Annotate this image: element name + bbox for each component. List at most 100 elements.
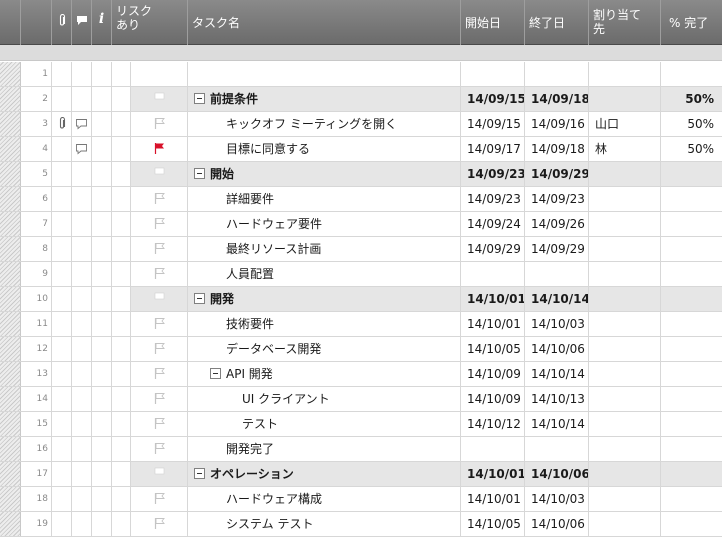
info-cell[interactable] <box>92 287 112 311</box>
assigned-to-cell[interactable] <box>589 187 661 211</box>
attachment-cell[interactable] <box>52 237 72 261</box>
table-row[interactable]: 4 目標に同意する 14/09/17 14/09/18 林 50% <box>0 137 722 162</box>
percent-complete-cell[interactable] <box>661 262 722 286</box>
risk-cell[interactable] <box>112 262 131 286</box>
start-date-cell[interactable]: 14/10/01 <box>461 487 525 511</box>
attachment-cell[interactable] <box>52 462 72 486</box>
percent-complete-cell[interactable] <box>661 287 722 311</box>
assigned-to-cell[interactable] <box>589 437 661 461</box>
task-name-cell[interactable]: システム テスト <box>188 512 461 536</box>
risk-cell[interactable] <box>112 512 131 536</box>
row-drag-handle[interactable] <box>0 187 21 211</box>
assigned-to-cell[interactable] <box>589 237 661 261</box>
table-row[interactable]: 2 前提条件 14/09/15 14/09/18 50% <box>0 87 722 112</box>
attachment-cell[interactable] <box>52 287 72 311</box>
info-column-header[interactable]: i <box>92 0 112 45</box>
flag-cell[interactable] <box>131 212 188 236</box>
task-name-cell[interactable]: ハードウェア要件 <box>188 212 461 236</box>
row-drag-handle[interactable] <box>0 512 21 536</box>
start-date-cell[interactable]: 14/09/29 <box>461 237 525 261</box>
row-drag-handle[interactable] <box>0 212 21 236</box>
row-drag-handle[interactable] <box>0 337 21 361</box>
end-date-cell[interactable]: 14/09/23 <box>525 187 589 211</box>
assigned-to-cell[interactable]: 山口 <box>589 112 661 136</box>
flag-cell[interactable] <box>131 312 188 336</box>
row-drag-handle[interactable] <box>0 237 21 261</box>
task-name-cell[interactable]: API 開発 <box>188 362 461 386</box>
table-row[interactable]: 11 技術要件 14/10/01 14/10/03 <box>0 312 722 337</box>
info-cell[interactable] <box>92 462 112 486</box>
flag-cell[interactable] <box>131 387 188 411</box>
assigned-to-cell[interactable] <box>589 362 661 386</box>
end-date-cell[interactable]: 14/10/06 <box>525 462 589 486</box>
table-row[interactable]: 19 システム テスト 14/10/05 14/10/06 <box>0 512 722 537</box>
end-date-cell[interactable]: 14/09/29 <box>525 237 589 261</box>
flag-cell[interactable] <box>131 187 188 211</box>
attachment-cell[interactable] <box>52 412 72 436</box>
risk-cell[interactable] <box>112 212 131 236</box>
comment-cell[interactable] <box>72 337 92 361</box>
flag-cell[interactable] <box>131 337 188 361</box>
table-row[interactable]: 3 キックオフ ミーティングを開く 14/09/15 14/09/16 山口 50% <box>0 112 722 137</box>
comment-cell[interactable] <box>72 87 92 111</box>
info-cell[interactable] <box>92 387 112 411</box>
percent-complete-column-header[interactable]: % 完了 <box>661 0 722 45</box>
risk-cell[interactable] <box>112 312 131 336</box>
risk-cell[interactable] <box>112 187 131 211</box>
flag-cell[interactable] <box>131 487 188 511</box>
info-cell[interactable] <box>92 362 112 386</box>
comment-cell[interactable] <box>72 512 92 536</box>
comment-cell[interactable] <box>72 112 92 136</box>
row-drag-handle[interactable] <box>0 137 21 161</box>
comment-cell[interactable] <box>72 287 92 311</box>
row-drag-handle[interactable] <box>0 437 21 461</box>
table-row[interactable]: 7 ハードウェア要件 14/09/24 14/09/26 <box>0 212 722 237</box>
table-row[interactable]: 5 開始 14/09/23 14/09/29 <box>0 162 722 187</box>
percent-complete-cell[interactable] <box>661 212 722 236</box>
table-row[interactable]: 6 詳細要件 14/09/23 14/09/23 <box>0 187 722 212</box>
comment-cell[interactable] <box>72 462 92 486</box>
risk-cell[interactable] <box>112 87 131 111</box>
start-date-cell[interactable]: 14/10/09 <box>461 362 525 386</box>
percent-complete-cell[interactable] <box>661 512 722 536</box>
flag-cell[interactable] <box>131 512 188 536</box>
task-name-column-header[interactable]: タスク名 <box>188 0 461 45</box>
assigned-to-cell[interactable] <box>589 312 661 336</box>
assigned-to-cell[interactable] <box>589 462 661 486</box>
collapse-toggle-icon[interactable] <box>194 168 205 179</box>
comment-cell[interactable] <box>72 137 92 161</box>
start-date-cell[interactable]: 14/10/01 <box>461 462 525 486</box>
row-drag-handle[interactable] <box>0 462 21 486</box>
info-cell[interactable] <box>92 87 112 111</box>
attachment-cell[interactable] <box>52 162 72 186</box>
end-date-cell[interactable]: 14/09/16 <box>525 112 589 136</box>
percent-complete-cell[interactable] <box>661 337 722 361</box>
paperclip-icon[interactable] <box>58 117 66 130</box>
flag-cell[interactable] <box>131 437 188 461</box>
flag-cell[interactable] <box>131 162 188 186</box>
table-row[interactable]: 16 開発完了 <box>0 437 722 462</box>
assigned-to-cell[interactable]: 林 <box>589 137 661 161</box>
percent-complete-cell[interactable] <box>661 187 722 211</box>
assigned-to-cell[interactable] <box>589 487 661 511</box>
collapse-toggle-icon[interactable] <box>210 368 221 379</box>
end-date-cell[interactable] <box>525 262 589 286</box>
attachment-column-header[interactable] <box>52 0 72 45</box>
attachment-cell[interactable] <box>52 112 72 136</box>
assigned-to-cell[interactable] <box>589 512 661 536</box>
row-drag-handle[interactable] <box>0 387 21 411</box>
info-cell[interactable] <box>92 212 112 236</box>
comments-column-header[interactable] <box>72 0 92 45</box>
risk-cell[interactable] <box>112 287 131 311</box>
start-date-cell[interactable] <box>461 437 525 461</box>
info-cell[interactable] <box>92 187 112 211</box>
percent-complete-cell[interactable] <box>661 387 722 411</box>
percent-complete-cell[interactable]: 50% <box>661 87 722 111</box>
task-name-cell[interactable]: キックオフ ミーティングを開く <box>188 112 461 136</box>
info-cell[interactable] <box>92 112 112 136</box>
row-drag-handle[interactable] <box>0 262 21 286</box>
end-date-cell[interactable]: 14/10/14 <box>525 412 589 436</box>
task-name-cell[interactable]: テスト <box>188 412 461 436</box>
assigned-to-cell[interactable] <box>589 262 661 286</box>
task-name-cell[interactable]: 目標に同意する <box>188 137 461 161</box>
